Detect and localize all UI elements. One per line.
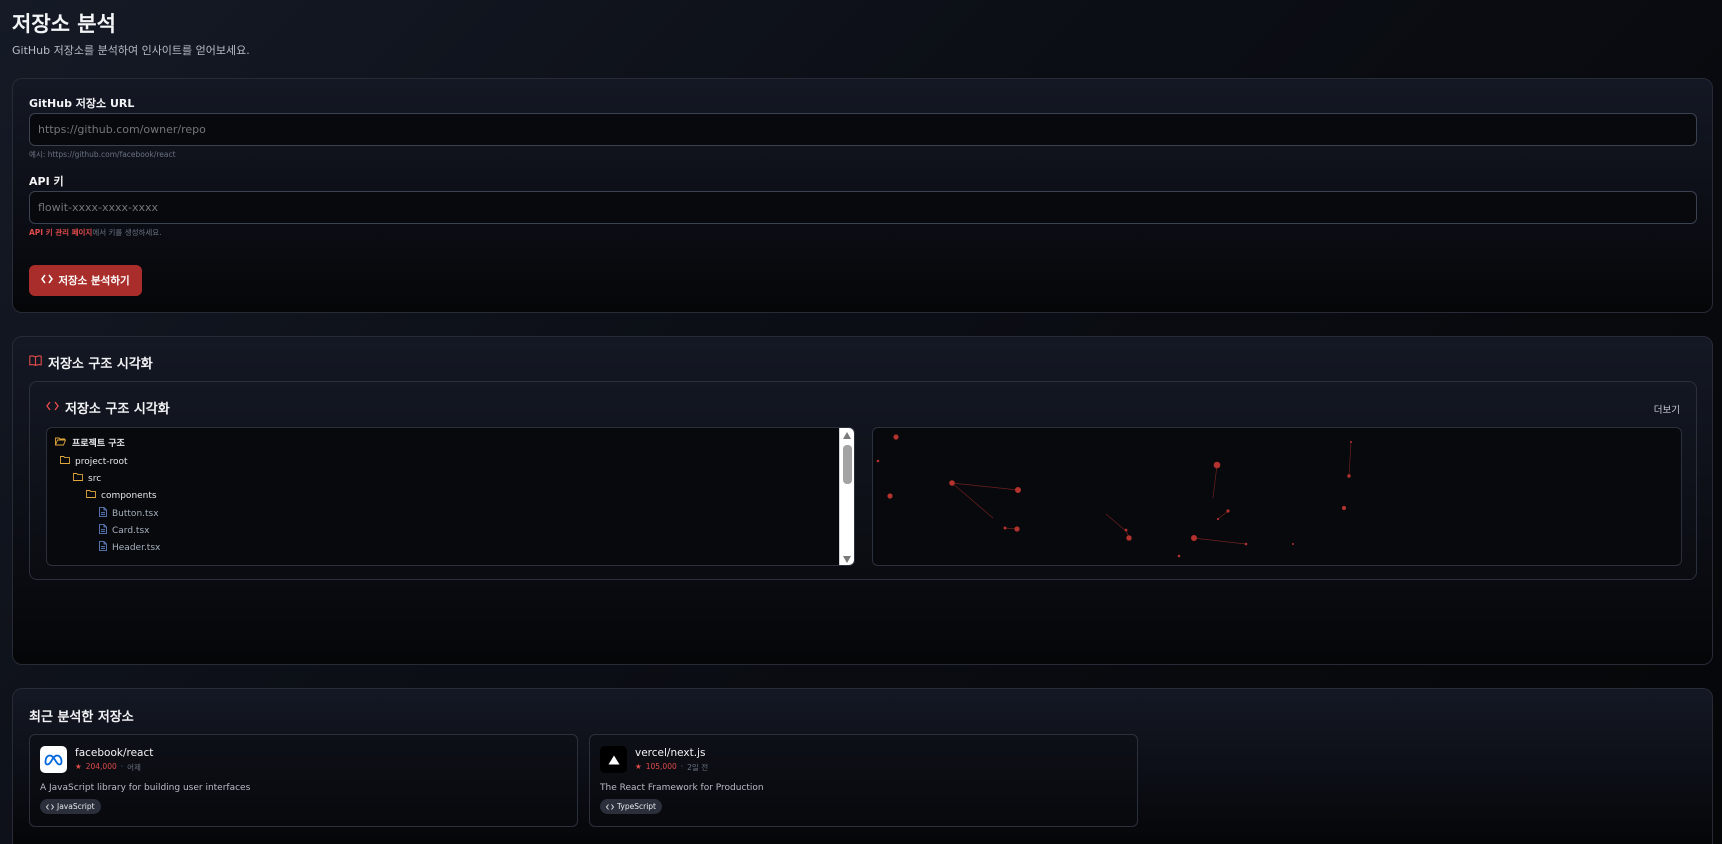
- file-icon: [99, 541, 107, 554]
- apikey-hint-text: 에서 키를 생성하세요.: [92, 228, 162, 237]
- project-tree-panel[interactable]: 프로젝트 구조 project-root src components Button.…: [46, 427, 855, 566]
- structure-panel-title-text: 저장소 구조 시각화: [65, 402, 170, 417]
- tree-header: 프로젝트 구조: [54, 436, 125, 449]
- apikey-label: API 키: [29, 175, 64, 188]
- file-icon: [99, 524, 107, 537]
- tree-file-item[interactable]: Header.tsx: [99, 541, 160, 554]
- code-brackets-icon: [41, 274, 54, 287]
- folder-open-icon: [54, 437, 67, 449]
- language-label: TypeScript: [617, 802, 656, 811]
- repo-url-input[interactable]: [29, 113, 1697, 146]
- repo-meta: ★ 204,000 · 어제: [75, 762, 141, 773]
- visualization-section-title: 저장소 구조 시각화: [29, 353, 153, 372]
- repo-card-nextjs[interactable]: vercel/next.js ★ 105,000 · 2일 전 The Reac…: [589, 734, 1138, 827]
- dependency-graph: [876, 434, 1352, 558]
- repo-meta: ★ 105,000 · 2일 전: [635, 762, 708, 773]
- analyze-repo-button[interactable]: 저장소 분석하기: [29, 265, 142, 296]
- apikey-hint: API 키 관리 페이지에서 키를 생성하세요.: [29, 227, 162, 238]
- book-open-icon: [29, 355, 42, 370]
- meta-separator: ·: [120, 762, 124, 771]
- recent-repos-card: 최근 분석한 저장소 facebook/react ★ 204,000 · 어제…: [12, 688, 1713, 844]
- language-label: JavaScript: [57, 802, 95, 811]
- repo-description: A JavaScript library for building user i…: [40, 783, 251, 793]
- api-key-input[interactable]: [29, 191, 1697, 224]
- more-link[interactable]: 더보기: [1654, 402, 1680, 416]
- folder-icon: [86, 490, 96, 501]
- folder-icon: [60, 456, 70, 467]
- tree-item-label: src: [88, 473, 102, 484]
- api-key-manage-link[interactable]: API 키 관리 페이지: [29, 228, 92, 237]
- tree-header-label: 프로젝트 구조: [72, 439, 125, 449]
- structure-panel-title: 저장소 구조 시각화: [46, 398, 170, 417]
- repo-stars: 204,000: [85, 762, 117, 771]
- tree-scrollbar[interactable]: [839, 428, 854, 565]
- vercel-logo-icon: [600, 746, 627, 773]
- meta-separator: ·: [680, 762, 684, 771]
- tree-item-label: Header.tsx: [112, 542, 161, 553]
- language-badge: JavaScript: [40, 799, 101, 814]
- meta-logo-icon: [40, 746, 67, 773]
- tree-file-item[interactable]: Button.tsx: [99, 507, 159, 520]
- url-label: GitHub 저장소 URL: [29, 97, 135, 110]
- visualization-section-title-text: 저장소 구조 시각화: [48, 357, 153, 372]
- repo-time: 어제: [127, 763, 141, 772]
- folder-icon: [73, 473, 83, 484]
- tree-item-label: Card.tsx: [112, 525, 150, 536]
- recent-repos-title: 최근 분석한 저장소: [29, 710, 134, 725]
- scroll-down-arrow-icon[interactable]: [843, 556, 851, 563]
- code-brackets-icon: [46, 803, 54, 810]
- tree-file-item[interactable]: Card.tsx: [99, 524, 149, 537]
- language-badge: TypeScript: [600, 799, 662, 814]
- tree-folder-item[interactable]: src: [73, 473, 101, 484]
- repo-name[interactable]: facebook/react: [75, 747, 153, 759]
- repo-name[interactable]: vercel/next.js: [635, 747, 705, 759]
- tree-item-label: components: [101, 490, 157, 501]
- analyze-button-label: 저장소 분석하기: [58, 275, 130, 287]
- page-title: 저장소 분석: [12, 12, 116, 36]
- scroll-up-arrow-icon[interactable]: [843, 432, 851, 439]
- dependency-graph-panel[interactable]: [872, 427, 1682, 566]
- code-brackets-icon: [46, 400, 59, 415]
- repo-card-react[interactable]: facebook/react ★ 204,000 · 어제 A JavaScri…: [29, 734, 578, 827]
- tree-folder-item[interactable]: components: [86, 490, 157, 501]
- star-icon: ★: [635, 762, 642, 771]
- tree-item-label: project-root: [75, 456, 128, 467]
- tree-item-label: Button.tsx: [112, 508, 159, 519]
- url-hint: 예시: https://github.com/facebook/react: [29, 150, 176, 159]
- star-icon: ★: [75, 762, 82, 771]
- repo-stars: 105,000: [645, 762, 677, 771]
- page-subtitle: GitHub 저장소를 분석하여 인사이트를 얻어보세요.: [12, 44, 250, 57]
- analyze-form-card: GitHub 저장소 URL 예시: https://github.com/fa…: [12, 78, 1713, 313]
- scrollbar-thumb[interactable]: [843, 445, 852, 484]
- tree-folder-item[interactable]: project-root: [60, 456, 128, 467]
- repo-time: 2일 전: [687, 763, 709, 772]
- visualization-card: 저장소 구조 시각화 저장소 구조 시각화 더보기 프로젝트 구조 projec…: [12, 336, 1713, 665]
- structure-panel: 저장소 구조 시각화 더보기 프로젝트 구조 project-root src co…: [29, 381, 1697, 580]
- repo-description: The React Framework for Production: [600, 783, 764, 793]
- code-brackets-icon: [606, 803, 614, 810]
- file-icon: [99, 507, 107, 520]
